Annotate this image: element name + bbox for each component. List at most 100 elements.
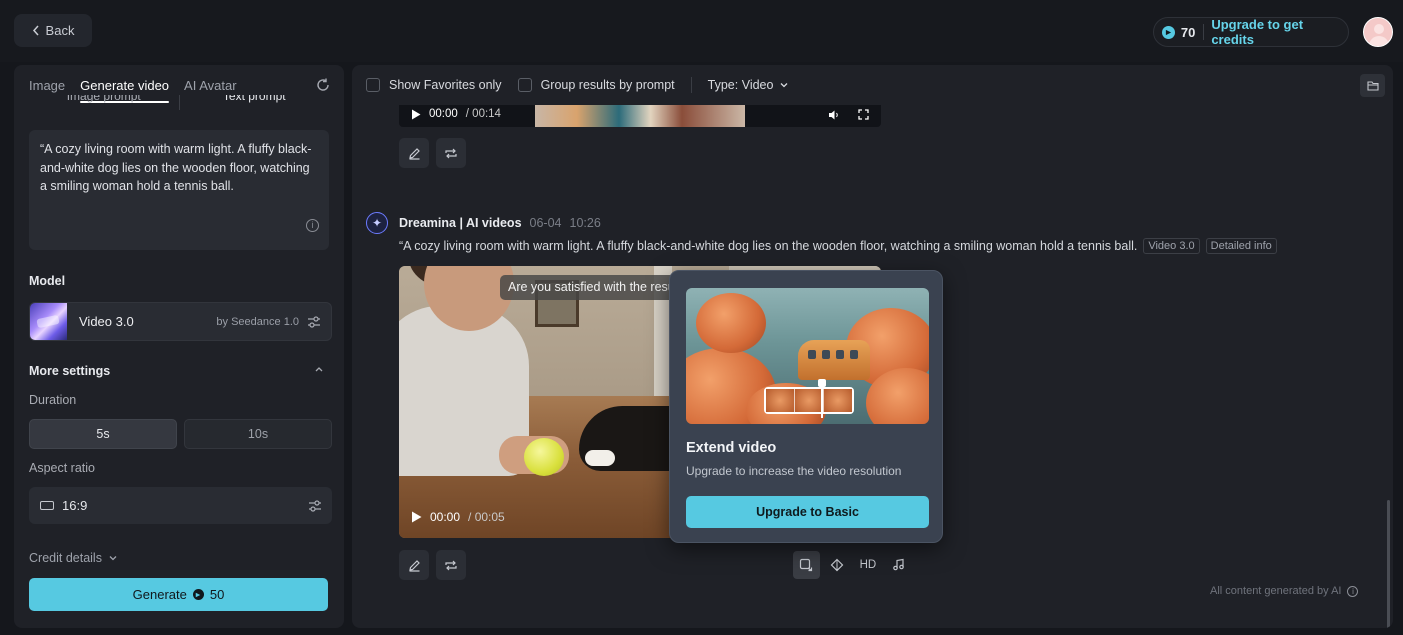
group-by-prompt-filter[interactable]: Group results by prompt	[517, 78, 675, 92]
sliders-icon[interactable]	[308, 499, 322, 513]
video-time-total: / 00:05	[468, 510, 505, 524]
volume-icon[interactable]	[828, 109, 840, 121]
type-dropdown[interactable]: Type: Video	[708, 78, 790, 92]
model-selector[interactable]: Video 3.0 by Seedance 1.0	[29, 302, 332, 341]
frame-interpolation-button[interactable]	[824, 551, 851, 579]
refresh-icon[interactable]	[316, 78, 330, 92]
train-window	[850, 350, 858, 359]
diamond-icon	[830, 558, 844, 571]
timeline-handle	[818, 379, 826, 387]
generate-button[interactable]: Generate 50	[29, 578, 328, 611]
user-avatar[interactable]	[1363, 17, 1393, 47]
folder-icon	[1366, 81, 1379, 91]
regenerate-button[interactable]	[436, 138, 466, 168]
hd-upscale-button[interactable]: HD	[855, 551, 882, 579]
info-icon[interactable]: i	[1347, 585, 1359, 597]
upgrade-to-basic-button[interactable]: Upgrade to Basic	[686, 496, 929, 528]
edit-button[interactable]	[399, 550, 429, 580]
aspect-rectangle-icon	[40, 501, 54, 510]
subtab-image-prompt[interactable]: Image prompt	[29, 95, 179, 110]
result-header: ✦ Dreamina | AI videos 06-04 10:26	[366, 212, 601, 234]
timeline-cursor	[821, 382, 823, 418]
type-dropdown-label: Type: Video	[707, 78, 774, 92]
ai-content-note-text: All content generated by AI	[1210, 585, 1342, 597]
train-shape	[798, 340, 870, 380]
more-settings-label: More settings	[29, 364, 111, 378]
sliders-icon[interactable]	[307, 315, 321, 329]
divider	[690, 77, 692, 93]
train-window	[836, 350, 844, 359]
credit-coin-icon	[192, 589, 204, 600]
pencil-icon	[408, 559, 420, 572]
fullscreen-icon[interactable]	[858, 109, 869, 120]
video-time-total: / 00:14	[465, 108, 501, 120]
divider	[1203, 24, 1205, 40]
prompt-text: “A cozy living room with warm light. A f…	[40, 142, 312, 193]
subtab-text-prompt[interactable]: Text prompt	[180, 95, 330, 110]
model-provider: by Seedance 1.0	[216, 315, 299, 328]
result-date: 06-04	[529, 216, 562, 230]
back-button[interactable]: Back	[14, 14, 92, 47]
ai-content-note: All content generated by AI i	[1210, 585, 1359, 597]
favorites-checkbox[interactable]	[366, 78, 380, 92]
aspect-ratio-value: 16:9	[62, 498, 88, 513]
generate-label: Generate	[132, 587, 187, 602]
info-icon[interactable]: i	[306, 219, 319, 232]
dreamina-logo-icon: ✦	[366, 212, 388, 234]
more-settings-toggle[interactable]: More settings	[29, 364, 324, 378]
group-checkbox[interactable]	[517, 78, 532, 92]
model-tag: Video 3.0	[1143, 238, 1200, 254]
aspect-ratio-selector[interactable]: 16:9	[29, 487, 332, 524]
cloud-shape	[696, 293, 766, 353]
avatar-head	[1374, 24, 1384, 34]
video-frame	[535, 105, 745, 127]
duration-10s-button[interactable]: 10s	[184, 419, 332, 449]
play-icon[interactable]	[411, 511, 422, 523]
video-extra-controls	[828, 109, 869, 121]
regenerate-button[interactable]	[436, 550, 466, 580]
timeline-strip	[764, 387, 854, 414]
train-window	[808, 350, 816, 359]
previous-video-player[interactable]: 00:00 / 00:14	[399, 105, 881, 127]
prompt-input[interactable]: “A cozy living room with warm light. A f…	[29, 130, 329, 250]
video-time-current: 00:00	[429, 108, 458, 120]
pencil-icon	[408, 147, 420, 160]
result-prompt-row: “A cozy living room with warm light. A f…	[399, 238, 1277, 254]
edit-button[interactable]	[399, 138, 429, 168]
detailed-info-tag[interactable]: Detailed info	[1205, 238, 1277, 254]
favorites-filter[interactable]: Show Favorites only	[366, 78, 502, 92]
upgrade-credits-link[interactable]: Upgrade to get credits	[1211, 17, 1348, 47]
extend-video-button[interactable]	[793, 550, 820, 579]
generate-cost: 50	[209, 587, 225, 602]
credits-pill[interactable]: 70 Upgrade to get credits	[1153, 17, 1349, 47]
folder-button[interactable]	[1360, 74, 1385, 97]
chevron-down-icon	[780, 83, 788, 88]
extend-video-preview-image	[686, 288, 929, 424]
credits-count: 70	[1180, 24, 1196, 40]
add-soundtrack-button[interactable]	[885, 551, 912, 579]
filter-bar: Show Favorites only Group results by pro…	[366, 77, 805, 93]
video-controls: 00:00 / 00:14	[411, 108, 501, 120]
duration-5s-button[interactable]: 5s	[29, 419, 177, 449]
timeline-frame	[795, 389, 824, 412]
left-panel: Image Generate video AI Avatar Image pro…	[14, 65, 344, 628]
credit-details-label: Credit details	[29, 551, 102, 565]
favorites-filter-label: Show Favorites only	[389, 78, 502, 92]
video-time-current: 00:00	[430, 510, 461, 524]
credit-details-toggle[interactable]: Credit details	[29, 551, 118, 565]
group-filter-label: Group results by prompt	[540, 78, 675, 92]
back-label: Back	[45, 23, 75, 38]
video-controls: 00:00 / 00:05	[411, 510, 505, 524]
duration-label: Duration	[29, 393, 77, 407]
credit-coin-icon	[1162, 25, 1175, 39]
scrollbar[interactable]	[1387, 500, 1390, 628]
train-window	[822, 350, 830, 359]
play-icon[interactable]	[411, 109, 421, 120]
result-prompt-text[interactable]: “A cozy living room with warm light. A f…	[399, 239, 1137, 253]
video-frame-dog-paws	[585, 450, 615, 466]
timeline-frame	[824, 389, 852, 412]
avatar-body	[1369, 36, 1389, 46]
popover-title: Extend video	[686, 440, 777, 456]
chevron-down-icon	[109, 556, 117, 561]
music-note-icon	[893, 558, 904, 571]
